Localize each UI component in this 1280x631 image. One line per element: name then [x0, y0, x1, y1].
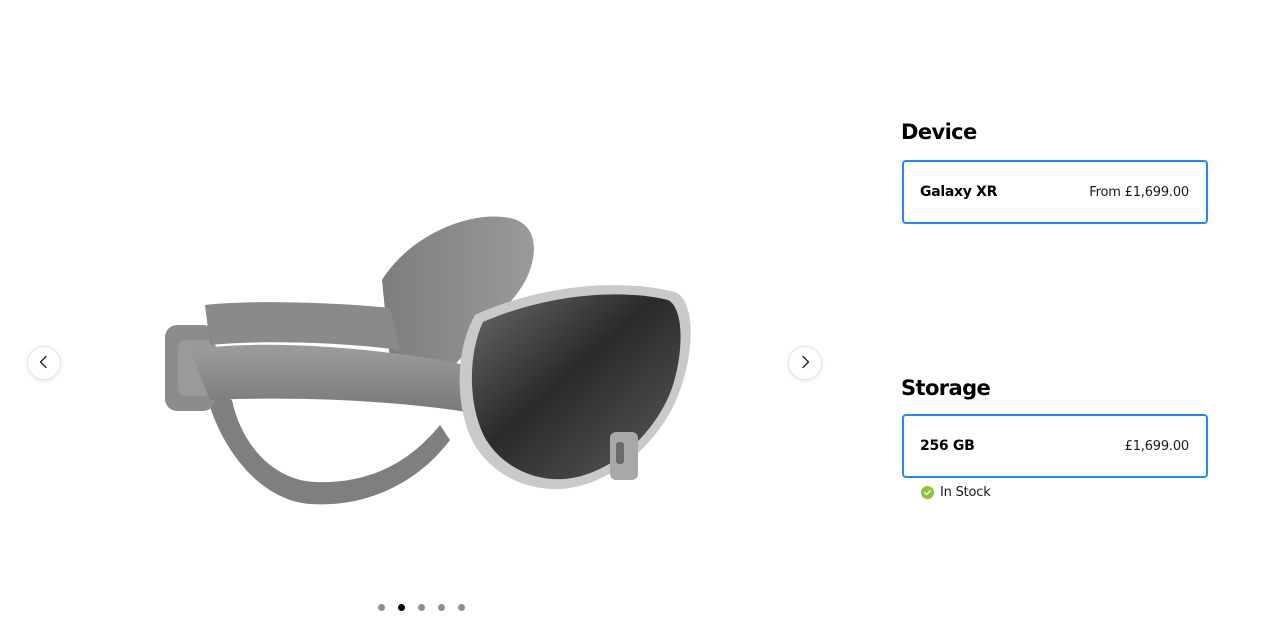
storage-option-256gb[interactable]: 256 GB £1,699.00 [902, 414, 1208, 478]
device-section-title: Device [901, 120, 977, 144]
product-configurator: Device Galaxy XR From £1,699.00 Storage … [0, 0, 1280, 631]
chevron-left-icon [37, 355, 51, 372]
gallery-pagination [378, 604, 465, 611]
stock-status: In Stock [921, 485, 991, 500]
headset-image [150, 200, 710, 520]
device-option-galaxy-xr[interactable]: Galaxy XR From £1,699.00 [902, 160, 1208, 224]
gallery-prev-button[interactable] [27, 346, 61, 380]
stock-label: In Stock [940, 485, 991, 500]
check-circle-icon [921, 486, 934, 499]
chevron-right-icon [798, 355, 812, 372]
product-gallery [0, 0, 850, 631]
gallery-dot[interactable] [398, 604, 405, 611]
storage-option-name: 256 GB [920, 438, 975, 454]
gallery-dot[interactable] [458, 604, 465, 611]
storage-section-title: Storage [901, 376, 991, 400]
gallery-next-button[interactable] [788, 346, 822, 380]
storage-option-price: £1,699.00 [1124, 438, 1190, 454]
gallery-dot[interactable] [378, 604, 385, 611]
gallery-dot[interactable] [418, 604, 425, 611]
gallery-dot[interactable] [438, 604, 445, 611]
device-option-name: Galaxy XR [920, 184, 998, 200]
device-option-price: From £1,699.00 [1089, 184, 1189, 200]
